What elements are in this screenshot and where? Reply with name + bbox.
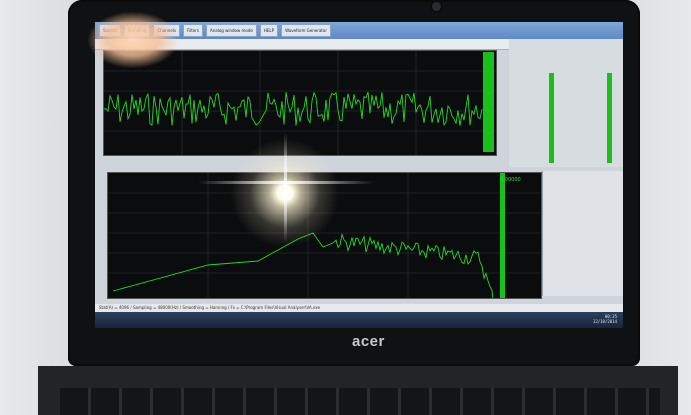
webcam [432,2,441,11]
system-tray-clock: 00:35 12/10/2014 [593,314,617,324]
light-flare-streak [284,133,287,243]
keyboard-keys [60,388,660,415]
channel-b-meter [607,73,612,163]
waveform-trace [103,91,483,127]
tray-date: 12/10/2014 [592,319,617,324]
level-meter-bar [483,52,494,152]
options-panel [542,171,623,296]
laptop-screen: Source Sampling Channels Filters Analog … [95,22,623,328]
reflection-glare [88,12,178,68]
photo-scene: Source Sampling Channels Filters Analog … [0,0,691,415]
status-bar: Stat(A) = 4096 / Sampling = 48000(Hz) / … [95,304,623,312]
spectrum-readout: 0.00000 [500,177,521,183]
windows-taskbar: 00:35 12/10/2014 [95,312,623,328]
brand-logo: acer [352,333,385,350]
menu-tab[interactable]: HELP [259,24,279,37]
menu-tab[interactable]: Waveform Generator [281,24,331,37]
spectrum-level-bar [500,173,505,298]
menu-tab[interactable]: Analog window mode [206,24,257,37]
channel-a-meter [549,73,554,163]
menu-tab[interactable]: Filters [183,24,203,37]
trigger-panel [509,39,623,167]
